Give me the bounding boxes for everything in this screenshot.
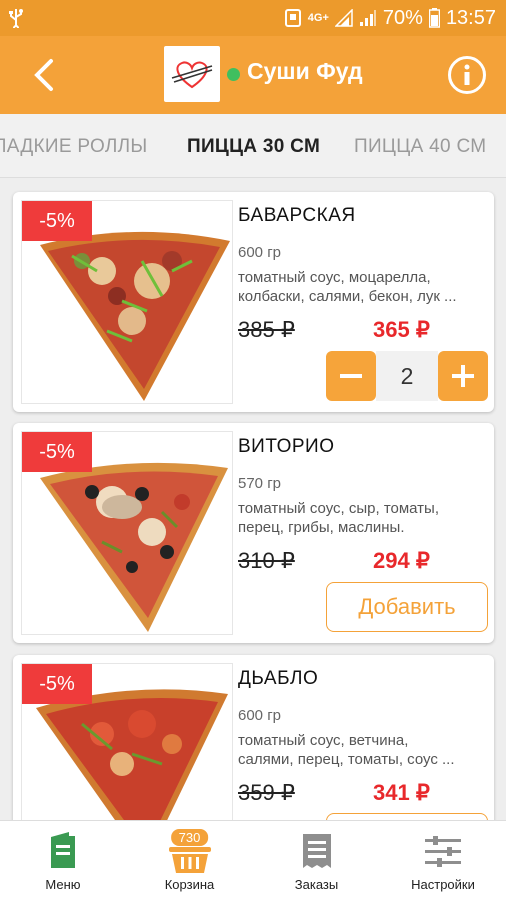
info-button[interactable] (448, 56, 486, 94)
nav-menu[interactable]: Меню (0, 821, 126, 900)
product-ingredients: томатный соус, моцарелла, колбаски, саля… (238, 269, 457, 305)
basket-icon (168, 847, 211, 873)
alarm-icon (284, 9, 302, 27)
decrease-button[interactable] (326, 351, 376, 401)
new-price: 341 ₽ (373, 780, 430, 805)
cart-total-badge: 730 (170, 829, 209, 846)
nav-settings[interactable]: Настройки (380, 821, 506, 900)
app-bar: Суши Фуд (0, 36, 506, 114)
increase-button[interactable] (438, 351, 488, 401)
product-card[interactable]: -5% ВИТОРИО 570 гр томатный соус, сыр, т… (13, 423, 494, 643)
product-weight: 570 гр (238, 475, 282, 492)
plus-icon (452, 365, 474, 387)
product-ingredients: томатный соус, сыр, томаты, перец, грибы… (238, 500, 440, 536)
discount-badge: -5% (22, 201, 92, 241)
battery-percent: 70% (382, 6, 423, 29)
nav-settings-label: Настройки (411, 877, 475, 892)
discount-badge: -5% (22, 432, 92, 472)
menu-book-icon (51, 832, 75, 868)
nav-cart[interactable]: 730 Корзина (126, 821, 253, 900)
nav-orders[interactable]: Заказы (253, 821, 380, 900)
nav-menu-label: Меню (45, 877, 81, 892)
status-bar: 4G+ 70% 13:57 (0, 0, 506, 36)
restaurant-title: Суши Фуд (247, 58, 363, 84)
network-type: 4G+ (307, 12, 329, 24)
old-price: 310 ₽ (238, 548, 295, 573)
new-price: 365 ₽ (373, 317, 430, 342)
product-image: -5% (21, 200, 233, 404)
sliders-icon (425, 836, 461, 867)
signal-icon (359, 9, 377, 27)
tab-sweet-rolls[interactable]: ЛАДКИЕ РОЛЛЫ (0, 136, 148, 158)
product-name: ВИТОРИО (238, 436, 335, 457)
tab-pizza-40[interactable]: ПИЦЦА 40 СМ (354, 136, 486, 158)
old-price: 385 ₽ (238, 317, 295, 342)
chevron-left-icon (34, 59, 53, 91)
bottom-navigation: Меню 730 Корзина Заказы Настройки (0, 820, 506, 900)
online-status-dot (227, 68, 240, 81)
new-price: 294 ₽ (373, 548, 430, 573)
product-weight: 600 гр (238, 707, 282, 724)
quantity-value: 2 (376, 351, 438, 401)
product-image: -5% (21, 431, 233, 635)
usb-icon (8, 8, 24, 28)
nav-cart-label: Корзина (164, 877, 215, 892)
product-card[interactable]: -5% БАВАРСКАЯ 600 гр томатный соус, моца… (13, 192, 494, 412)
restaurant-logo (164, 46, 220, 102)
quantity-stepper: 2 (326, 351, 488, 401)
wifi-signal-icon (334, 9, 353, 27)
nav-orders-label: Заказы (294, 877, 339, 892)
discount-badge: -5% (22, 664, 92, 704)
old-price: 359 ₽ (238, 780, 295, 805)
receipt-icon (302, 834, 331, 868)
product-ingredients: томатный соус, ветчина, салями, перец, т… (238, 732, 455, 768)
product-name: БАВАРСКАЯ (238, 205, 356, 226)
add-to-cart-button[interactable]: Добавить (326, 582, 488, 632)
category-tabs: ЛАДКИЕ РОЛЛЫ ПИЦЦА 30 СМ ПИЦЦА 40 СМ (0, 114, 506, 178)
tab-pizza-30[interactable]: ПИЦЦА 30 СМ (187, 136, 320, 158)
product-weight: 600 гр (238, 244, 282, 261)
back-button[interactable] (24, 52, 64, 98)
battery-icon (428, 8, 440, 28)
clock: 13:57 (445, 6, 496, 29)
minus-icon (340, 374, 362, 378)
product-name: ДЬАБЛО (238, 668, 319, 689)
info-icon (464, 64, 470, 85)
